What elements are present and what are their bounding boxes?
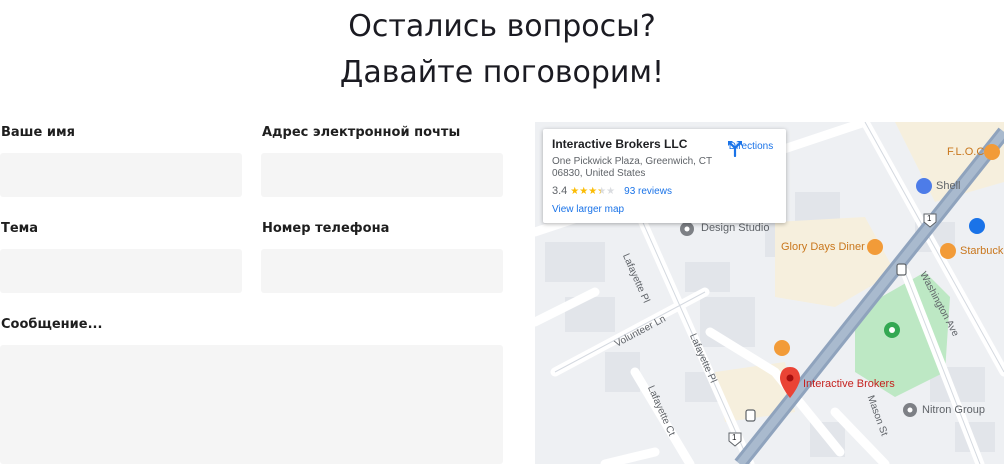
place-floc[interactable]: F.L.O.C (947, 146, 984, 158)
phone-field[interactable] (261, 249, 503, 293)
embedded-map[interactable]: Design Studio Glory Days Diner Interacti… (535, 122, 1004, 464)
place-shell[interactable]: Shell (936, 180, 960, 192)
phone-label: Номер телефона (262, 221, 390, 236)
directions-button[interactable]: Directions (726, 139, 776, 157)
rating-value: 3.4 (552, 185, 568, 197)
name-field[interactable] (0, 153, 242, 197)
subject-label: Тема (1, 221, 39, 236)
rating-row: 3.4 ★★★★★ 93 reviews (552, 185, 777, 197)
rating-stars-icon: ★★★★★ (570, 185, 616, 197)
email-label: Адрес электронной почты (262, 125, 461, 140)
place-glory-days-diner[interactable]: Glory Days Diner (781, 241, 865, 253)
place-design-studio[interactable]: Design Studio (701, 222, 770, 234)
directions-icon (728, 141, 742, 157)
place-nitron-group[interactable]: Nitron Group (922, 404, 985, 416)
contact-heading: Остались вопросы? Давайте поговорим! (0, 4, 1004, 96)
place-starbucks[interactable]: Starbuck (960, 245, 1003, 257)
heading-line-1: Остались вопросы? (348, 9, 656, 44)
heading-line-2: Давайте поговорим! (339, 55, 665, 90)
reviews-link[interactable]: 93 reviews (624, 186, 672, 197)
message-field[interactable] (0, 345, 503, 464)
route-shield-1b: 1 (732, 433, 737, 442)
subject-field[interactable] (0, 249, 242, 293)
route-shield-1a: 1 (927, 214, 932, 223)
view-larger-map-link[interactable]: View larger map (552, 204, 777, 215)
place-interactive-brokers[interactable]: Interactive Brokers (803, 378, 895, 390)
name-label: Ваше имя (1, 125, 75, 140)
message-label: Сообщение... (1, 317, 103, 332)
place-address: One Pickwick Plaza, Greenwich, CT 06830,… (552, 156, 712, 179)
place-info-card: Interactive Brokers LLC One Pickwick Pla… (543, 129, 786, 223)
email-field[interactable] (261, 153, 503, 197)
